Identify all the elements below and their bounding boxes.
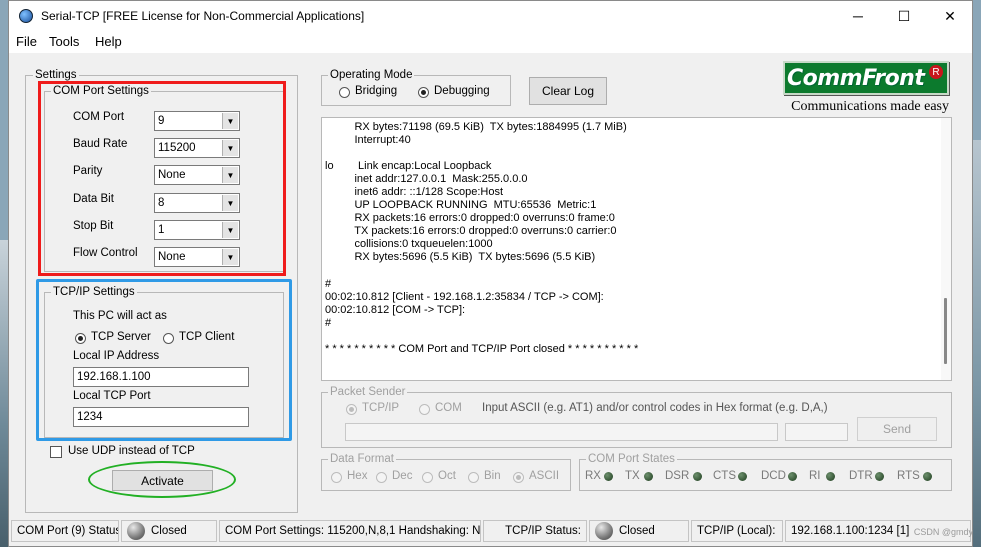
log-line: RX packets:16 errors:0 dropped:0 overrun… — [330, 212, 615, 224]
menu-bar: File Tools Help — [9, 31, 972, 53]
signal-rx-label: RX — [585, 470, 601, 482]
app-icon — [19, 9, 33, 23]
logo-tagline: Communications made easy — [791, 99, 949, 114]
status-orb-icon — [595, 522, 613, 540]
format-ascii-label: ASCII — [529, 470, 560, 482]
tcp-status-value: Closed — [619, 525, 655, 538]
menu-help[interactable]: Help — [95, 34, 122, 49]
com-port-states-group: COM Port States RX TX DSR CTS DCD RI DTR… — [579, 453, 952, 491]
status-bar: COM Port (9) Status: Closed COM Port Set… — [9, 518, 972, 546]
format-bin-radio[interactable] — [468, 472, 479, 483]
blue-highlight-box — [36, 279, 292, 441]
packet-hint: Input ASCII (e.g. AT1) and/or control co… — [482, 402, 828, 414]
maximize-button[interactable]: ☐ — [881, 1, 927, 31]
ri-led-icon — [826, 472, 835, 481]
title-bar: Serial-TCP [FREE License for Non-Commerc… — [9, 1, 972, 31]
scrollbar-thumb[interactable] — [944, 298, 947, 364]
packet-input-hex[interactable] — [785, 423, 848, 441]
log-line: RX bytes:71198 (69.5 KiB) TX bytes:18849… — [330, 121, 627, 133]
log-line: 00:02:10.812 [Client - 192.168.1.2:35834… — [325, 291, 604, 303]
log-line: * * * * * * * * * * COM Port and TCP/IP … — [325, 343, 639, 355]
log-line: RX bytes:5696 (5.5 KiB) TX bytes:5696 (5… — [330, 251, 596, 263]
rts-led-icon — [923, 472, 932, 481]
packet-sender-group: Packet Sender TCP/IP COM Input ASCII (e.… — [321, 386, 952, 448]
com-status-value: Closed — [151, 525, 187, 538]
tcp-local-label: TCP/IP (Local): — [691, 520, 783, 542]
dtr-led-icon — [875, 472, 884, 481]
menu-file[interactable]: File — [16, 34, 37, 49]
log-line: inet addr:127.0.0.1 Mask:255.0.0.0 — [330, 173, 528, 185]
log-line: Interrupt:40 — [330, 134, 411, 146]
packet-tcpip-radio[interactable] — [346, 404, 357, 415]
bridging-radio[interactable] — [339, 87, 350, 98]
dcd-led-icon — [788, 472, 797, 481]
tx-led-icon — [644, 472, 653, 481]
bridging-label: Bridging — [355, 85, 398, 97]
watermark: CSDN @gmdy — [913, 527, 973, 537]
format-dec-radio[interactable] — [376, 472, 387, 483]
menu-tools[interactable]: Tools — [49, 34, 79, 49]
log-line: # — [325, 317, 332, 329]
signal-rts-label: RTS — [897, 470, 920, 482]
rx-led-icon — [604, 472, 613, 481]
operating-mode-title: Operating Mode — [328, 69, 415, 81]
status-orb-icon — [127, 522, 145, 540]
data-format-group: Data Format Hex Dec Oct Bin ASCII — [321, 453, 571, 491]
clear-log-button[interactable]: Clear Log — [529, 77, 607, 105]
close-button[interactable]: ✕ — [927, 1, 973, 31]
red-highlight-box — [38, 81, 286, 276]
com-status-label: COM Port (9) Status: — [11, 520, 119, 542]
format-dec-label: Dec — [392, 470, 413, 482]
signal-ri-label: RI — [809, 470, 821, 482]
tcp-status-label: TCP/IP Status: — [483, 520, 587, 542]
window-title: Serial-TCP [FREE License for Non-Commerc… — [41, 9, 365, 23]
data-format-title: Data Format — [328, 453, 396, 465]
log-scrollbar[interactable] — [941, 118, 951, 380]
app-window: Serial-TCP [FREE License for Non-Commerc… — [8, 0, 973, 547]
log-line: 00:02:10.812 [COM -> TCP]: — [325, 304, 466, 316]
dsr-led-icon — [693, 472, 702, 481]
debugging-label: Debugging — [434, 85, 490, 97]
packet-tcpip-label: TCP/IP — [362, 402, 400, 414]
send-button[interactable]: Send — [857, 417, 937, 441]
log-line: lo Link encap:Local Loopback — [325, 160, 492, 172]
use-udp-label: Use UDP instead of TCP — [68, 445, 195, 457]
green-highlight-ellipse — [88, 461, 236, 498]
signal-dcd-label: DCD — [761, 470, 786, 482]
packet-com-radio[interactable] — [419, 404, 430, 415]
log-line: UP LOOPBACK RUNNING MTU:65536 Metric:1 — [330, 199, 597, 211]
com-port-states-title: COM Port States — [586, 453, 677, 465]
format-bin-label: Bin — [484, 470, 501, 482]
log-line: inet6 addr: ::1/128 Scope:Host — [330, 186, 504, 198]
signal-dsr-label: DSR — [665, 470, 690, 482]
settings-title: Settings — [33, 69, 79, 81]
signal-cts-label: CTS — [713, 470, 736, 482]
log-textarea[interactable]: RX bytes:71198 (69.5 KiB) TX bytes:18849… — [321, 117, 952, 381]
log-line: # — [325, 278, 332, 290]
registered-icon: R — [929, 65, 943, 79]
packet-sender-title: Packet Sender — [328, 386, 408, 398]
cts-led-icon — [738, 472, 747, 481]
format-hex-label: Hex — [347, 470, 368, 482]
use-udp-checkbox[interactable] — [50, 446, 62, 458]
operating-mode-group: Operating Mode Bridging Debugging — [321, 69, 511, 106]
format-oct-radio[interactable] — [422, 472, 433, 483]
tcp-status-cell: Closed — [589, 520, 689, 542]
packet-input[interactable] — [345, 423, 778, 441]
format-oct-label: Oct — [438, 470, 456, 482]
commfront-logo: CommFront R — [783, 61, 949, 95]
com-settings-status: COM Port Settings: 115200,N,8,1 Handshak… — [219, 520, 481, 542]
signal-dtr-label: DTR — [849, 470, 873, 482]
format-hex-radio[interactable] — [331, 472, 342, 483]
logo-brand: CommFront — [787, 65, 925, 91]
log-line: collisions:0 txqueuelen:1000 — [330, 238, 493, 250]
debugging-radio[interactable] — [418, 87, 429, 98]
signal-tx-label: TX — [625, 470, 640, 482]
format-ascii-radio[interactable] — [513, 472, 524, 483]
minimize-button[interactable]: ─ — [835, 1, 881, 31]
log-line: TX packets:16 errors:0 dropped:0 overrun… — [330, 225, 617, 237]
packet-com-label: COM — [435, 402, 462, 414]
com-status-cell: Closed — [121, 520, 217, 542]
